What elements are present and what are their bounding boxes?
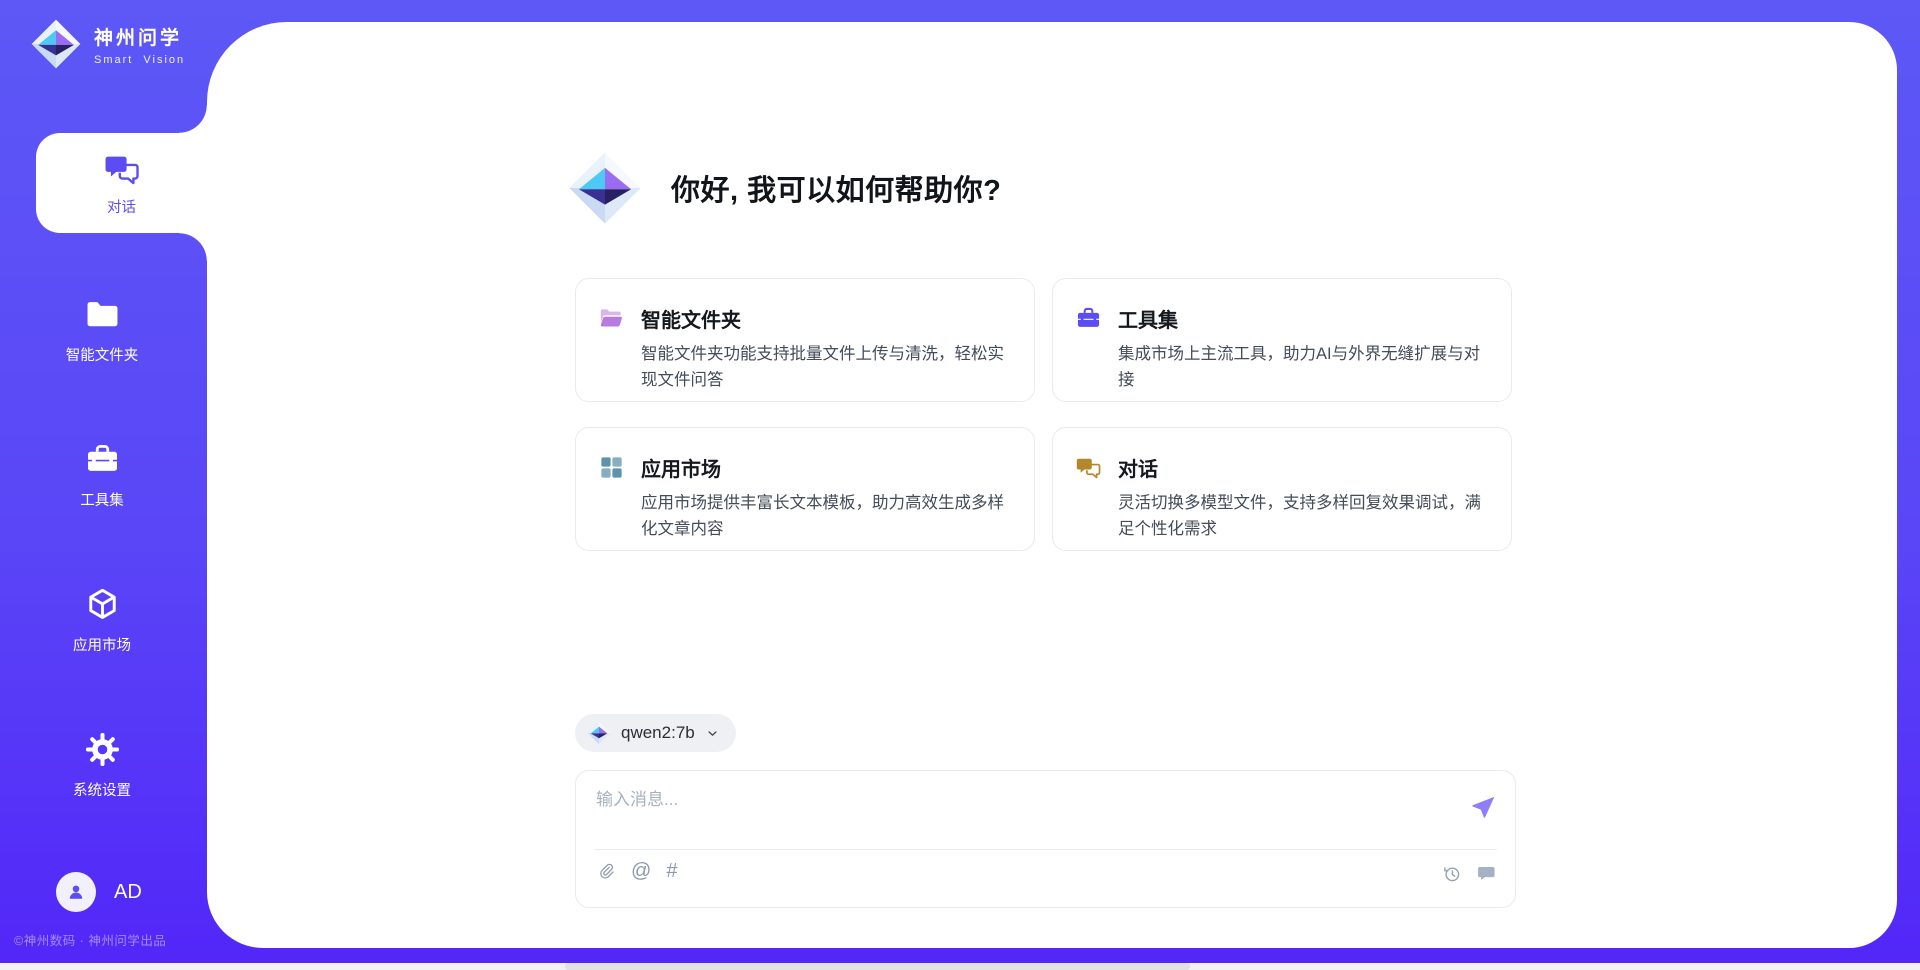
chat-bubbles-icon (1075, 454, 1102, 481)
mention-icon[interactable]: @ (631, 861, 651, 881)
card-smart-folder[interactable]: 智能文件夹 智能文件夹功能支持批量文件上传与清洗，轻松实现文件问答 (575, 278, 1035, 402)
toolbox-icon (84, 441, 121, 478)
card-title: 智能文件夹 (641, 304, 741, 333)
card-head: 工具集 (1075, 304, 1485, 333)
copyright-text: ©神州数码 · 神州问学出品 (14, 930, 166, 949)
brand-text: 神州问学 Smart Vision (94, 23, 185, 66)
model-diamond-logo-icon (587, 721, 611, 745)
cube-icon (84, 586, 121, 623)
folder-icon (84, 296, 121, 333)
send-icon[interactable] (1469, 793, 1497, 821)
history-icon[interactable] (1441, 863, 1462, 884)
brand: 神州问学 Smart Vision (30, 18, 185, 70)
message-composer: @ # (575, 770, 1516, 908)
composer-divider (594, 849, 1497, 850)
chat-bubbles-icon (103, 150, 141, 188)
card-app-market[interactable]: 应用市场 应用市场提供丰富长文本模板，助力高效生成多样化文章内容 (575, 427, 1035, 551)
card-description: 智能文件夹功能支持批量文件上传与清洗，轻松实现文件问答 (641, 341, 1008, 393)
model-selector[interactable]: qwen2:7b (575, 714, 736, 752)
gear-icon (84, 731, 121, 768)
sidebar-item-app-market[interactable]: 应用市场 (24, 568, 180, 672)
brand-subtitle: Smart Vision (94, 54, 185, 66)
sidebar-item-settings[interactable]: 系统设置 (24, 713, 180, 817)
main-panel: 你好, 我可以如何帮助你? 智能文件夹 智能文件夹功能支持批量文件上传与清洗，轻… (207, 22, 1897, 948)
greeting-text: 你好, 我可以如何帮助你? (671, 167, 1001, 209)
card-title: 工具集 (1118, 304, 1178, 333)
sidebar-item-label: 对话 (107, 196, 136, 217)
sidebar-item-smart-folder[interactable]: 智能文件夹 (24, 278, 180, 382)
sidebar-item-label: 智能文件夹 (66, 344, 139, 365)
toolbox-icon (1075, 305, 1102, 332)
sidebar-item-label: 工具集 (80, 489, 124, 510)
user-name: AD (114, 881, 142, 904)
hashtag-icon[interactable]: # (666, 861, 677, 881)
horizontal-scrollbar-thumb[interactable] (565, 963, 1190, 970)
card-title: 应用市场 (641, 453, 721, 482)
sidebar-item-chat[interactable]: 对话 (36, 133, 207, 233)
card-title: 对话 (1118, 453, 1158, 482)
person-icon (65, 881, 87, 903)
message-input[interactable] (596, 785, 1446, 843)
card-description: 应用市场提供丰富长文本模板，助力高效生成多样化文章内容 (641, 490, 1008, 542)
brand-diamond-logo-icon (30, 18, 82, 70)
greeting-row: 你好, 我可以如何帮助你? (567, 150, 1001, 226)
folder-open-icon (598, 305, 625, 332)
user-account[interactable]: AD (56, 872, 142, 912)
sidebar-item-label: 应用市场 (73, 634, 131, 655)
card-description: 集成市场上主流工具，助力AI与外界无缝扩展与对接 (1118, 341, 1485, 393)
app-window: 神州问学 Smart Vision 对话 智能文件夹 工具集 应用市场 系统设置… (0, 0, 1920, 970)
card-head: 应用市场 (598, 453, 1008, 482)
attachment-icon[interactable] (596, 861, 616, 881)
avatar[interactable] (56, 872, 96, 912)
card-head: 对话 (1075, 453, 1485, 482)
model-name: qwen2:7b (621, 723, 695, 743)
card-toolset[interactable]: 工具集 集成市场上主流工具，助力AI与外界无缝扩展与对接 (1052, 278, 1512, 402)
card-description: 灵活切换多模型文件，支持多样回复效果调试，满足个性化需求 (1118, 490, 1485, 542)
card-chat[interactable]: 对话 灵活切换多模型文件，支持多样回复效果调试，满足个性化需求 (1052, 427, 1512, 551)
composer-left-tools: @ # (596, 861, 677, 881)
sidebar-item-toolset[interactable]: 工具集 (24, 423, 180, 527)
greeting-diamond-logo-icon (567, 150, 643, 226)
brand-name: 神州问学 (94, 23, 185, 50)
composer-right-tools (1441, 863, 1497, 884)
chat-bubble-icon[interactable] (1476, 863, 1497, 884)
card-head: 智能文件夹 (598, 304, 1008, 333)
chevron-down-icon (705, 726, 720, 741)
horizontal-scrollbar[interactable] (0, 963, 1920, 970)
sidebar-item-label: 系统设置 (73, 779, 131, 800)
feature-cards: 智能文件夹 智能文件夹功能支持批量文件上传与清洗，轻松实现文件问答 工具集 集成… (575, 278, 1512, 551)
app-grid-icon (598, 454, 625, 481)
